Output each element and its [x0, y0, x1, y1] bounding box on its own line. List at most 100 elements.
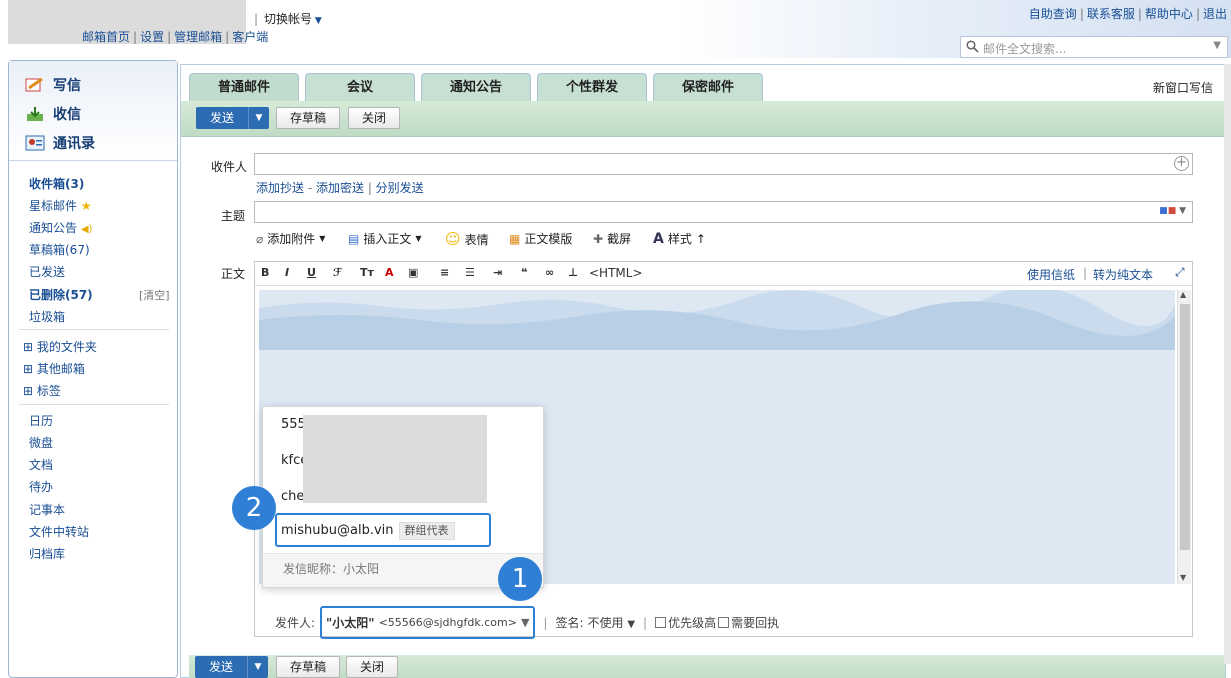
add-bcc-link[interactable]: 添加密送: [316, 181, 364, 195]
chevron-down-icon[interactable]: ▼: [249, 113, 269, 123]
expand-icon[interactable]: ⤢: [1175, 265, 1185, 280]
cc-links: 添加抄送 - 添加密送 | 分别发送: [256, 181, 424, 195]
tags-toggle[interactable]: ⊞ 标签: [23, 382, 61, 399]
to-input[interactable]: +: [254, 153, 1193, 175]
clear-trash-link[interactable]: [清空]: [139, 287, 170, 303]
screenshot-button[interactable]: ✚ 截屏: [593, 230, 631, 247]
tool-todo[interactable]: 待办: [29, 478, 53, 495]
separate-send-link[interactable]: 分别发送: [376, 181, 424, 195]
insert-body-button[interactable]: ▤ 插入正文 ▼: [348, 230, 422, 247]
nav-client[interactable]: 客户端: [232, 30, 268, 44]
quote-icon[interactable]: ❝: [521, 266, 527, 279]
self-query-link[interactable]: 自助查询: [1029, 7, 1077, 21]
body-template-button[interactable]: ▦ 正文模版: [509, 230, 572, 247]
close-button[interactable]: 关闭: [348, 107, 401, 129]
underline-button[interactable]: U: [307, 266, 316, 279]
crop-icon: ✚: [593, 231, 604, 246]
style-button[interactable]: A 样式 ↑: [653, 230, 706, 247]
receive-button[interactable]: 收信: [25, 104, 81, 124]
tool-transfer[interactable]: 文件中转站: [29, 523, 89, 540]
signature-select[interactable]: 不使用 ▼: [588, 614, 636, 631]
scroll-thumb[interactable]: [1180, 304, 1190, 550]
tab-notice[interactable]: 通知公告: [421, 73, 531, 101]
tab-meeting[interactable]: 会议: [305, 73, 415, 101]
indent-icon[interactable]: ⇥: [493, 266, 502, 279]
other-mailboxes-toggle[interactable]: ⊞ 其他邮箱: [23, 360, 85, 377]
subject-input[interactable]: ■■ ▼: [254, 201, 1193, 223]
folder-spam[interactable]: 垃圾箱: [29, 308, 65, 325]
tool-notes[interactable]: 记事本: [29, 501, 65, 518]
folder-deleted[interactable]: 已删除(57): [29, 286, 93, 303]
smiley-icon: ☺: [445, 230, 461, 248]
tool-calendar[interactable]: 日历: [29, 412, 53, 429]
add-cc-link[interactable]: 添加抄送: [256, 181, 304, 195]
chevron-down-icon[interactable]: ▼: [521, 616, 529, 629]
save-draft-button-bottom[interactable]: 存草稿: [276, 656, 341, 678]
clear-format-icon[interactable]: ℱ: [333, 266, 342, 279]
sender-option-selected[interactable]: mishubu@alb.vin 群组代表: [275, 513, 491, 547]
nav-manage[interactable]: 管理邮箱: [174, 30, 222, 44]
logout-link[interactable]: 退出: [1203, 7, 1227, 21]
editor-scrollbar[interactable]: ▲ ▼: [1177, 290, 1191, 584]
compose-button[interactable]: 写信: [25, 75, 81, 95]
search-icon: [966, 40, 979, 53]
page-scrollbar[interactable]: [1224, 64, 1231, 664]
list-icon[interactable]: ☰: [465, 266, 475, 279]
add-recipient-icon[interactable]: +: [1174, 156, 1189, 171]
sender-label: 发件人:: [275, 616, 316, 630]
new-window-compose-link[interactable]: 新窗口写信: [1153, 79, 1213, 96]
sidebar: 写信 收信 通讯录 收件箱(3) 星标邮件 ★ 通知公告 ◀) 草稿箱(67) …: [8, 60, 178, 678]
highlight-icon[interactable]: ▣: [408, 266, 418, 279]
save-draft-button[interactable]: 存草稿: [276, 107, 341, 129]
contact-support-link[interactable]: 联系客服: [1087, 7, 1135, 21]
tab-normal-mail[interactable]: 普通邮件: [189, 73, 299, 101]
link-icon[interactable]: ∞: [545, 266, 554, 279]
font-color-icon[interactable]: A: [385, 266, 394, 279]
scroll-down-icon[interactable]: ▼: [1180, 573, 1186, 582]
plain-text-link[interactable]: 转为纯文本: [1093, 266, 1153, 283]
emoji-button[interactable]: ☺ 表情: [445, 230, 489, 248]
chevron-down-icon[interactable]: ▼: [248, 662, 268, 672]
send-button-bottom[interactable]: 发送 ▼: [195, 656, 269, 678]
my-folders-toggle[interactable]: ⊞ 我的文件夹: [23, 338, 97, 355]
tab-confidential[interactable]: 保密邮件: [653, 73, 763, 101]
paperclip-icon: ⌀: [256, 231, 264, 246]
speaker-icon: ◀): [80, 224, 93, 235]
divider: [19, 404, 169, 405]
signature-label: 签名:: [555, 616, 584, 630]
priority-checkbox[interactable]: 优先级高: [655, 614, 716, 631]
font-size-icon[interactable]: Tт: [360, 266, 374, 279]
help-center-link[interactable]: 帮助中心: [1145, 7, 1193, 21]
contacts-icon: [25, 135, 45, 151]
chevron-down-icon[interactable]: ▼: [1213, 40, 1221, 51]
scroll-up-icon[interactable]: ▲: [1180, 290, 1186, 299]
html-mode-button[interactable]: <HTML>: [589, 266, 643, 280]
bold-button[interactable]: B: [261, 266, 269, 279]
tab-mass-send[interactable]: 个性群发: [537, 73, 647, 101]
folder-drafts[interactable]: 草稿箱(67): [29, 241, 90, 258]
folder-sent[interactable]: 已发送: [29, 263, 65, 280]
color-picker-icon[interactable]: ■■ ▼: [1159, 206, 1186, 216]
use-stationery-link[interactable]: 使用信纸: [1027, 266, 1075, 283]
nav-settings[interactable]: 设置: [140, 30, 164, 44]
receipt-checkbox[interactable]: 需要回执: [718, 614, 779, 631]
folder-inbox[interactable]: 收件箱(3): [29, 175, 84, 192]
switch-account-link[interactable]: | 切换帐号 ▼: [254, 10, 322, 27]
folder-starred[interactable]: 星标邮件 ★: [29, 197, 92, 214]
nav-home[interactable]: 邮箱首页: [82, 30, 130, 44]
align-icon[interactable]: ≡: [440, 266, 449, 279]
close-button-bottom[interactable]: 关闭: [346, 656, 399, 678]
tool-docs[interactable]: 文档: [29, 456, 53, 473]
send-button[interactable]: 发送 ▼: [196, 107, 270, 129]
inbox-download-icon: [27, 107, 43, 121]
search-input[interactable]: 邮件全文搜索... ▼: [960, 36, 1228, 58]
paint-icon[interactable]: ⊥: [568, 266, 578, 279]
sender-select[interactable]: "小太阳" <55566@sjdhgfdk.com> ▼: [320, 606, 536, 639]
add-attachment-button[interactable]: ⌀ 添加附件 ▼: [256, 230, 325, 247]
italic-button[interactable]: I: [285, 266, 289, 279]
tool-archive[interactable]: 归档库: [29, 545, 65, 562]
tool-drive[interactable]: 微盘: [29, 434, 53, 451]
body-label: 正文: [221, 267, 246, 281]
folder-notice[interactable]: 通知公告 ◀): [29, 219, 92, 236]
contacts-button[interactable]: 通讯录: [25, 133, 95, 153]
